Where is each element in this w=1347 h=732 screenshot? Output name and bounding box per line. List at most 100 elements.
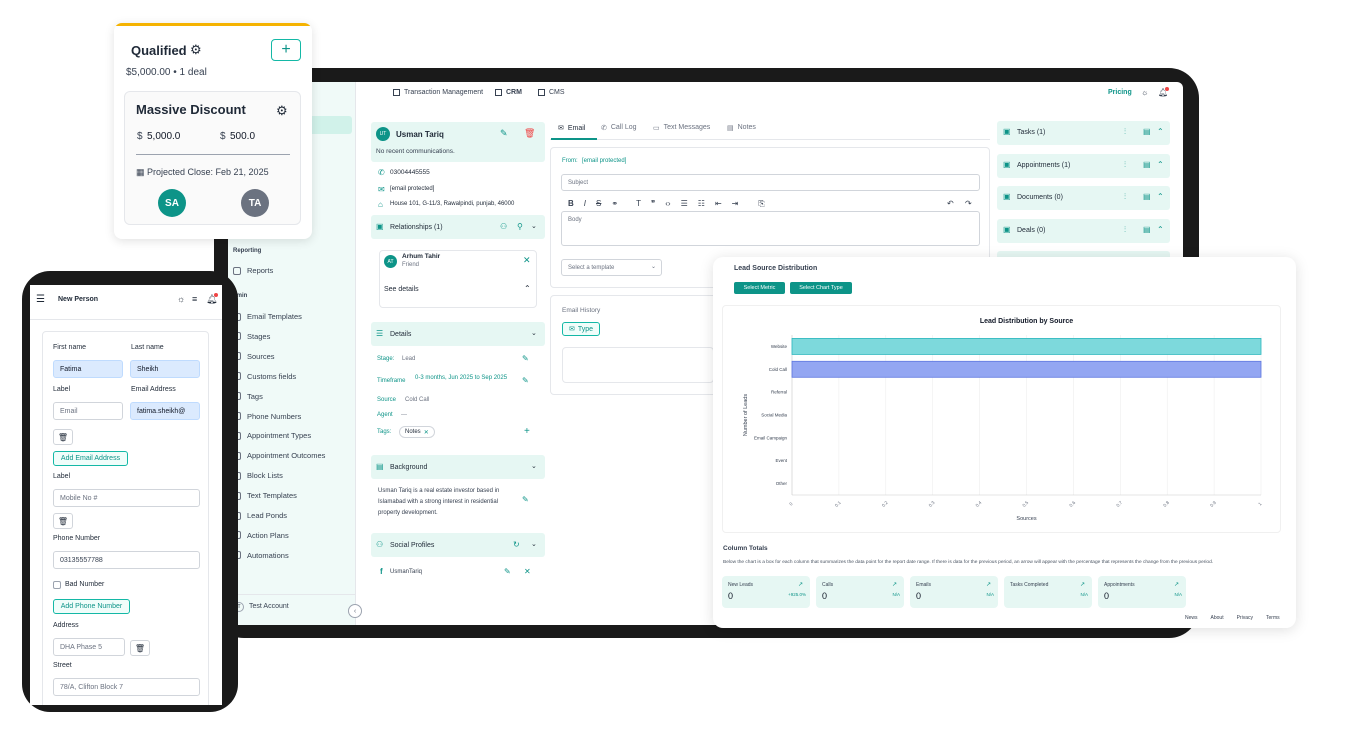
- redo-icon[interactable]: ↷: [965, 199, 972, 208]
- tab-notes[interactable]: ▤ Notes: [727, 124, 756, 132]
- bullet-list-icon[interactable]: ☰: [681, 199, 688, 209]
- chevron-up-icon[interactable]: ⌃: [1157, 160, 1164, 169]
- code-icon[interactable]: ‹›: [665, 199, 670, 209]
- chevron-up-icon[interactable]: ⌃: [524, 284, 531, 293]
- sidebar-item-phone-numbers[interactable]: Phone Numbers: [233, 412, 301, 421]
- footer-link-terms[interactable]: Terms: [1266, 615, 1280, 621]
- tab-cms[interactable]: CMS: [538, 89, 565, 96]
- deal-gear-icon[interactable]: ⚙: [276, 103, 288, 119]
- edit-stage-icon[interactable]: ✎: [522, 354, 529, 363]
- sidebar-item-appointment-types[interactable]: Appointment Types: [233, 431, 311, 440]
- tab-call-log[interactable]: ✆ Call Log: [601, 124, 637, 132]
- avatar[interactable]: TA: [241, 189, 269, 217]
- person-icon[interactable]: ⚲: [517, 222, 523, 231]
- filter-icon[interactable]: ⫶: [1124, 225, 1126, 235]
- sidebar-item-email-templates[interactable]: Email Templates: [233, 312, 302, 321]
- chevron-down-icon[interactable]: ⌄: [531, 540, 537, 548]
- footer-link-about[interactable]: About: [1211, 615, 1224, 621]
- add-email-button[interactable]: Add Email Address: [53, 451, 128, 466]
- remove-relationship-icon[interactable]: ✕: [523, 255, 531, 266]
- contact-email[interactable]: [email protected]: [390, 186, 434, 192]
- tag-chip[interactable]: Notes ✕: [399, 426, 435, 438]
- italic-icon[interactable]: I: [584, 199, 586, 209]
- trash-icon[interactable]: 🗑︎: [53, 429, 73, 445]
- contact-phone[interactable]: 03004445555: [390, 169, 430, 176]
- add-tag-icon[interactable]: +: [524, 426, 530, 437]
- pricing-link[interactable]: Pricing: [1108, 89, 1132, 96]
- chevron-up-icon[interactable]: ⌃: [1157, 225, 1164, 234]
- subject-input[interactable]: Subject: [561, 174, 980, 191]
- tab-email[interactable]: ✉ Email: [558, 124, 585, 133]
- link-icon[interactable]: ⚭: [611, 199, 618, 209]
- trash-icon[interactable]: 🗑︎: [130, 640, 150, 656]
- social-handle[interactable]: UsmanTariq: [390, 569, 422, 575]
- sidebar-item-customs-fields[interactable]: Customs fields: [233, 372, 296, 381]
- quote-icon[interactable]: ❞: [651, 199, 655, 209]
- action-icon[interactable]: ▤: [1143, 127, 1151, 136]
- template-select[interactable]: Select a template ⌄: [561, 259, 662, 276]
- footer-link-privacy[interactable]: Privacy: [1237, 615, 1253, 621]
- action-icon[interactable]: ▤: [1143, 192, 1151, 201]
- chevron-up-icon[interactable]: ⌃: [1157, 192, 1164, 201]
- address-input[interactable]: DHA Phase 5: [53, 638, 125, 656]
- remove-tag-icon[interactable]: ✕: [424, 429, 429, 436]
- filter-icon[interactable]: ⫶: [1124, 127, 1126, 137]
- edit-timeframe-icon[interactable]: ✎: [522, 376, 529, 385]
- action-icon[interactable]: ▤: [1143, 160, 1151, 169]
- email-value-input[interactable]: fatima.sheikh@: [130, 402, 200, 420]
- body-input[interactable]: Body: [561, 211, 980, 246]
- action-icon[interactable]: ▤: [1143, 225, 1151, 234]
- chevron-down-icon[interactable]: ⌄: [531, 329, 537, 337]
- attachment-icon[interactable]: ⎘: [758, 199, 764, 209]
- sidebar-item-appointment-outcomes[interactable]: Appointment Outcomes: [233, 451, 325, 460]
- refresh-icon[interactable]: ↻: [513, 540, 520, 549]
- type-button[interactable]: ✉ Type: [562, 322, 600, 336]
- add-phone-button[interactable]: Add Phone Number: [53, 599, 130, 614]
- sidebar-item-action-plans[interactable]: Action Plans: [233, 531, 289, 540]
- delete-icon[interactable]: 🗑︎: [524, 128, 535, 139]
- strikethrough-icon[interactable]: S: [596, 199, 601, 209]
- tab-transaction-management[interactable]: Transaction Management: [393, 89, 483, 96]
- add-deal-button[interactable]: +: [271, 39, 301, 61]
- footer-link-news[interactable]: News: [1185, 615, 1198, 621]
- ordered-list-icon[interactable]: ☷: [698, 199, 705, 209]
- sidebar-item-lead-ponds[interactable]: Lead Ponds: [233, 511, 287, 520]
- bad-number-checkbox[interactable]: [53, 581, 61, 589]
- email-input[interactable]: Email: [53, 402, 123, 420]
- last-name-input[interactable]: Sheikh: [130, 360, 200, 378]
- add-relationship-icon[interactable]: ⚇: [500, 222, 507, 231]
- tab-text-messages[interactable]: ▭ Text Messages: [653, 124, 710, 132]
- sidebar-item-automations[interactable]: Automations: [233, 551, 289, 560]
- edit-icon[interactable]: ✎: [500, 128, 508, 139]
- select-metric-button[interactable]: Select Metric: [734, 282, 785, 294]
- chevron-down-icon[interactable]: ⌄: [531, 462, 537, 470]
- sidebar-item-reports[interactable]: Reports: [233, 266, 273, 275]
- edit-social-icon[interactable]: ✎: [504, 567, 511, 576]
- list-icon[interactable]: ≡: [192, 294, 197, 304]
- undo-icon[interactable]: ↶: [947, 199, 954, 208]
- sidebar-item-block-lists[interactable]: Block Lists: [233, 471, 283, 480]
- outdent-icon[interactable]: ⇤: [715, 199, 722, 209]
- account-name[interactable]: Test Account: [249, 603, 289, 610]
- tab-crm[interactable]: CRM: [495, 89, 522, 96]
- bold-icon[interactable]: B: [568, 199, 574, 209]
- filter-icon[interactable]: ⫶: [1124, 160, 1126, 170]
- street-input[interactable]: 78/A, Clifton Block 7: [53, 678, 200, 696]
- chevron-up-icon[interactable]: ⌃: [1157, 127, 1164, 136]
- gear-icon[interactable]: ⚙: [190, 42, 202, 58]
- mobile-input[interactable]: Mobile No #: [53, 489, 200, 507]
- avatar[interactable]: SA: [158, 189, 186, 217]
- menu-icon[interactable]: ☰: [36, 294, 45, 305]
- sidebar-item-text-templates[interactable]: Text Templates: [233, 491, 297, 500]
- edit-background-icon[interactable]: ✎: [522, 495, 529, 504]
- remove-social-icon[interactable]: ✕: [524, 567, 531, 576]
- first-name-input[interactable]: Fatima: [53, 360, 123, 378]
- see-details-link[interactable]: See details: [384, 286, 419, 293]
- sidebar-item-sources[interactable]: Sources: [233, 352, 275, 361]
- filter-icon[interactable]: ⫶: [1124, 192, 1126, 202]
- phone-number-input[interactable]: 03135557788: [53, 551, 200, 569]
- indent-icon[interactable]: ⇥: [732, 199, 739, 209]
- sun-icon[interactable]: ☼: [1141, 88, 1148, 97]
- sun-icon[interactable]: ☼: [177, 294, 185, 304]
- select-chart-type-button[interactable]: Select Chart Type: [790, 282, 852, 294]
